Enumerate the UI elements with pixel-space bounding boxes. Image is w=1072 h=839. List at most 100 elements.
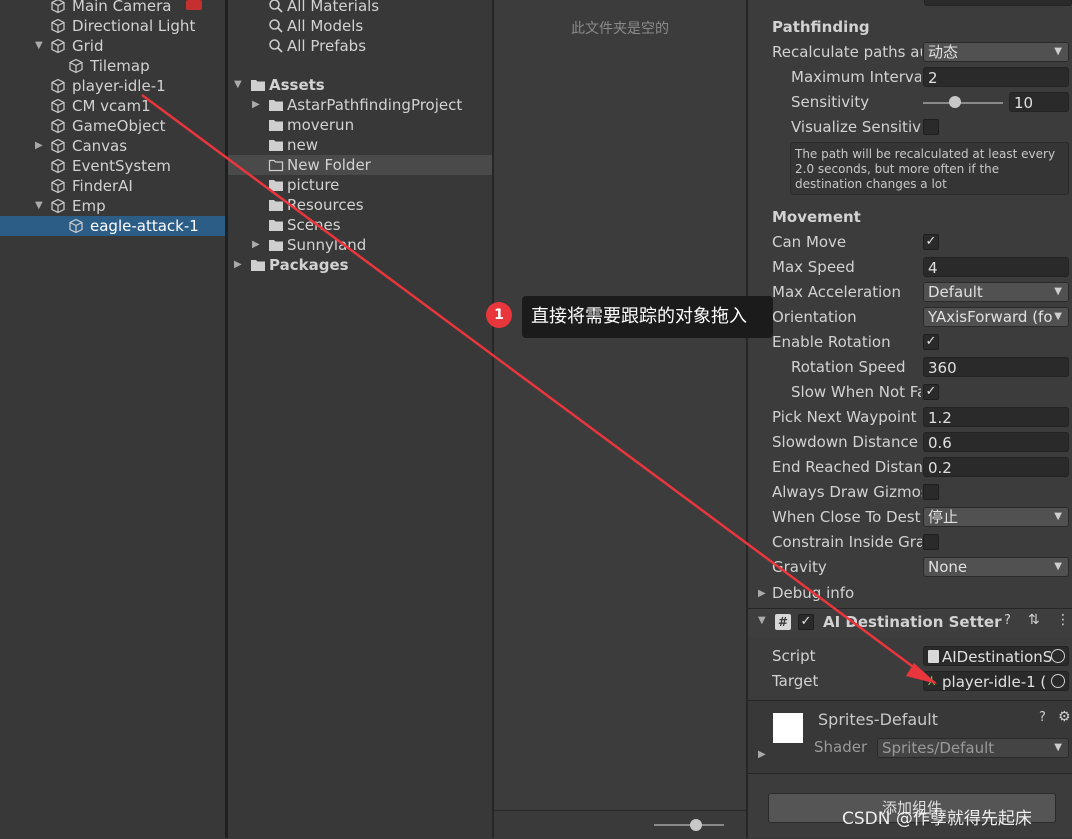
folder-item[interactable]: moverun (228, 115, 492, 135)
folder-icon (250, 77, 266, 93)
gear-icon[interactable]: ⚙ (1058, 709, 1071, 725)
preset-icon[interactable]: ⇅ (1028, 612, 1040, 628)
pick-next-waypoint-field[interactable]: 1.2 (923, 407, 1069, 427)
component-header[interactable]: ▼ # ✓ AI Destination Setter ? ⇅ ⋮ (748, 609, 1072, 637)
gameobject-cube-icon (50, 78, 66, 94)
rotation-speed-field[interactable]: 360 (923, 357, 1069, 377)
expand-arrow-icon[interactable]: ▼ (234, 75, 242, 95)
foldout-arrow-icon[interactable]: ▼ (758, 615, 766, 626)
gravity-label: Gravity (772, 558, 827, 576)
hierarchy-item[interactable]: GameObject (0, 116, 225, 136)
sensitivity-slider-knob[interactable] (949, 96, 961, 108)
sensitivity-slider-track[interactable] (923, 102, 1003, 104)
hierarchy-item-label: Directional Light (72, 17, 196, 35)
shader-dropdown[interactable]: Sprites/Default ▼ (877, 738, 1069, 758)
gravity-dropdown[interactable]: None ▼ (923, 557, 1069, 577)
help-icon[interactable]: ? (1039, 710, 1046, 725)
hierarchy-item[interactable]: ▶ Canvas (0, 136, 225, 156)
when-close-dropdown[interactable]: 停止 ▼ (923, 507, 1069, 527)
end-reached-distance-field[interactable]: 0.2 (923, 457, 1069, 477)
packages-folder[interactable]: ▶ Packages (228, 255, 492, 275)
sensitivity-field[interactable]: 10 (1009, 92, 1069, 112)
enable-rotation-checkbox[interactable]: ✓ (923, 334, 939, 350)
target-field[interactable]: ⅄ player-idle-1 ( (923, 671, 1069, 691)
hierarchy-item-label: eagle-attack-1 (90, 217, 199, 235)
folder-item[interactable]: new (228, 135, 492, 155)
gameobject-cube-icon (50, 18, 66, 34)
cutoff-field[interactable] (924, 0, 1072, 6)
collapse-arrow-icon[interactable]: ▶ (234, 255, 242, 275)
search-icon (268, 38, 284, 54)
object-picker-icon[interactable] (1051, 649, 1065, 663)
gameobject-cube-icon (50, 198, 66, 214)
project-item-label: moverun (287, 116, 355, 134)
constrain-inside-graph-checkbox[interactable] (923, 534, 939, 550)
gameobject-cube-icon (50, 158, 66, 174)
folder-item[interactable]: picture (228, 175, 492, 195)
slow-when-not-facing-checkbox[interactable]: ✓ (923, 384, 939, 400)
hierarchy-item-label: Grid (72, 37, 104, 55)
collapse-arrow-icon[interactable]: ▶ (252, 95, 260, 115)
hierarchy-item[interactable]: player-idle-1 (0, 76, 225, 96)
hierarchy-item[interactable]: eagle-attack-1 (0, 216, 225, 236)
object-picker-icon[interactable] (1051, 674, 1065, 688)
help-icon[interactable]: ? (1004, 613, 1011, 628)
saved-search-item[interactable]: All Materials (228, 0, 492, 16)
collapse-arrow-icon[interactable]: ▶ (252, 235, 260, 255)
zoom-slider-track[interactable] (654, 824, 724, 826)
folder-icon (268, 197, 284, 213)
hierarchy-item[interactable]: CM vcam1 (0, 96, 225, 116)
max-interval-field[interactable]: 2 (923, 67, 1069, 87)
max-speed-field[interactable]: 4 (923, 257, 1069, 277)
always-draw-gizmos-checkbox[interactable] (923, 484, 939, 500)
foldout-arrow-icon[interactable]: ▶ (758, 583, 766, 605)
folder-item[interactable]: ▶ AstarPathfindingProject (228, 95, 492, 115)
expand-arrow-icon[interactable]: ▼ (35, 36, 45, 56)
hierarchy-item[interactable]: EventSystem (0, 156, 225, 176)
hierarchy-item-label: Tilemap (90, 57, 150, 75)
max-acceleration-dropdown[interactable]: Default ▼ (923, 282, 1069, 302)
hierarchy-item-label: FinderAI (72, 177, 133, 195)
chevron-down-icon: ▼ (1054, 742, 1062, 753)
script-field[interactable]: AIDestinationS (923, 646, 1069, 666)
hierarchy-item[interactable]: FinderAI (0, 176, 225, 196)
folder-item[interactable]: New Folder (228, 155, 492, 175)
hierarchy-item[interactable]: Tilemap (0, 56, 225, 76)
slow-when-not-facing-label: Slow When Not Fa (791, 383, 921, 401)
shader-value: Sprites/Default (882, 739, 995, 757)
when-close-value: 停止 (928, 508, 959, 526)
saved-search-item[interactable]: All Models (228, 16, 492, 36)
hierarchy-item-label: GameObject (72, 117, 166, 135)
expand-arrow-icon[interactable]: ▼ (35, 196, 45, 216)
assets-folder[interactable]: ▼ Assets (228, 75, 492, 95)
end-reached-distance-label: End Reached Distan (772, 458, 922, 476)
slowdown-distance-field[interactable]: 0.6 (923, 432, 1069, 452)
more-options-icon[interactable]: ⋮ (1056, 612, 1070, 628)
collapse-arrow-icon[interactable]: ▶ (35, 136, 45, 156)
debug-info-foldout[interactable]: Debug info (772, 582, 922, 604)
foldout-arrow-icon[interactable]: ▶ (758, 749, 766, 760)
folder-item[interactable]: ▶ Sunnyland (228, 235, 492, 255)
component-enabled-checkbox[interactable]: ✓ (798, 614, 814, 630)
can-move-checkbox[interactable]: ✓ (923, 234, 939, 250)
folder-item[interactable]: Scenes (228, 215, 492, 235)
project-panel: All Materials All Models All Prefabs ▼ Asset… (228, 0, 492, 838)
visualize-sensitivity-checkbox[interactable] (923, 119, 939, 135)
project-item-label: All Prefabs (287, 37, 367, 55)
material-section: Sprites-Default ? ⚙ Shader Sprites/Defau… (748, 701, 1072, 773)
divider (748, 773, 1072, 774)
saved-search-item[interactable]: All Prefabs (228, 36, 492, 56)
hierarchy-item[interactable]: ▼ Grid (0, 36, 225, 56)
project-item-label: All Models (287, 17, 364, 35)
zoom-slider-knob[interactable] (690, 819, 702, 831)
target-label: Target (772, 672, 819, 690)
hierarchy-item[interactable]: ▼ Emp (0, 196, 225, 216)
recalculate-dropdown[interactable]: 动态 ▼ (923, 42, 1069, 62)
open-folder-icon (268, 157, 284, 173)
max-acceleration-label: Max Acceleration (772, 283, 901, 301)
material-preview-thumbnail (773, 713, 803, 743)
orientation-dropdown[interactable]: YAxisForward (fo ▼ (923, 307, 1069, 327)
hierarchy-item[interactable]: Directional Light (0, 16, 225, 36)
folder-item[interactable]: Resources (228, 195, 492, 215)
sensitivity-label: Sensitivity (791, 93, 870, 111)
